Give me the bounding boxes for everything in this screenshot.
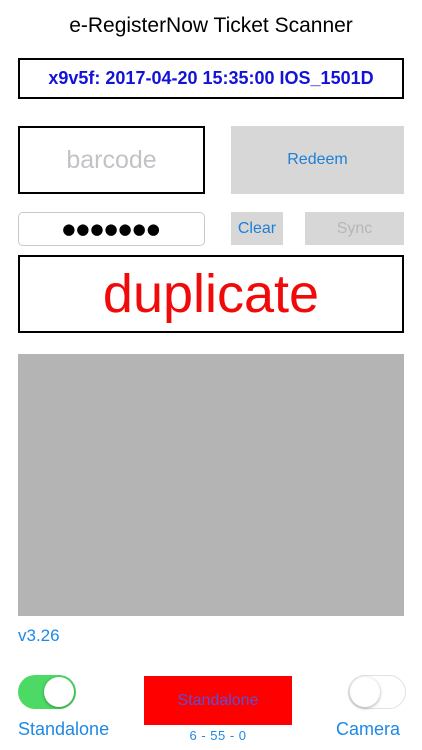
version-label: v3.26: [18, 626, 60, 645]
toggle-knob: [44, 677, 74, 707]
standalone-toggle[interactable]: [18, 675, 76, 709]
redeem-button[interactable]: Redeem: [231, 126, 404, 194]
camera-preview[interactable]: [18, 354, 404, 616]
session-info: x9v5f: 2017-04-20 15:35:00 IOS_1501D: [18, 58, 404, 99]
standalone-mode-button[interactable]: Standalone: [144, 676, 292, 725]
toggle-knob: [350, 677, 380, 707]
barcode-input[interactable]: [18, 126, 205, 194]
app-title: e-RegisterNow Ticket Scanner: [69, 14, 353, 37]
scan-stats: 6 - 55 - 0: [189, 728, 247, 743]
scan-result-status: duplicate: [18, 255, 404, 333]
sync-button[interactable]: Sync: [305, 212, 404, 245]
clear-button[interactable]: Clear: [231, 212, 283, 245]
camera-toggle[interactable]: [348, 675, 406, 709]
camera-toggle-label: Camera: [336, 719, 401, 739]
password-field[interactable]: ●●●●●●●: [18, 212, 205, 246]
standalone-toggle-label: Standalone: [18, 719, 110, 739]
